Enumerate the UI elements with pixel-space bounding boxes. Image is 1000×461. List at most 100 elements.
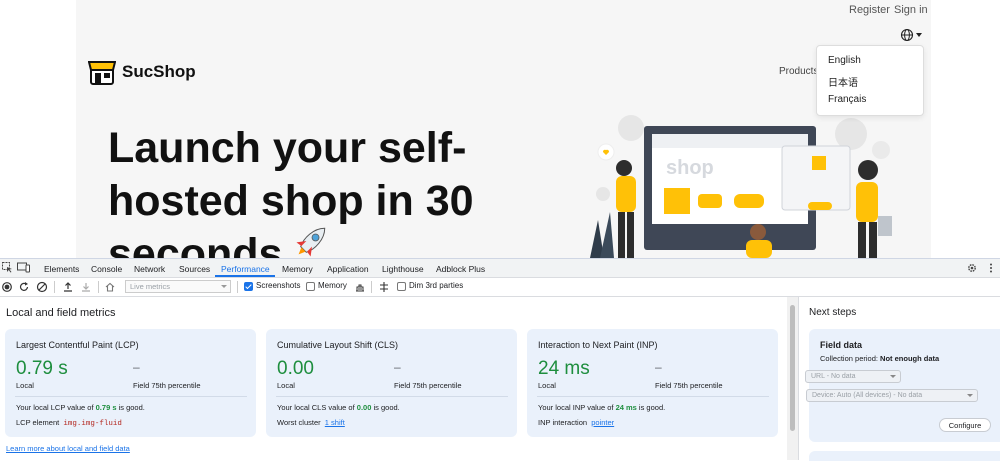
upload-icon[interactable] (62, 281, 74, 293)
field-value: – (655, 360, 662, 374)
next-card-peek (809, 451, 1000, 461)
memory-checkbox[interactable] (306, 282, 315, 291)
live-metrics-select[interactable]: Live metrics (125, 280, 231, 293)
reload-record-icon[interactable] (18, 281, 30, 293)
language-option-french[interactable]: Français (828, 94, 866, 105)
nav-products-link[interactable]: Products (779, 66, 818, 77)
device-toolbar-icon[interactable] (17, 262, 30, 273)
toolbar-divider (371, 281, 372, 293)
inp-interaction-link[interactable]: pointer (591, 418, 614, 427)
screenshots-label: Screenshots (256, 281, 301, 290)
local-label: Local (277, 381, 295, 390)
local-label: Local (538, 381, 556, 390)
detail-label: INP interaction (538, 418, 588, 427)
tab-sources[interactable]: Sources (179, 264, 210, 274)
card-title: Largest Contentful Paint (LCP) (16, 340, 139, 350)
language-option-english[interactable]: English (828, 55, 861, 66)
chevron-down-icon[interactable] (916, 33, 922, 37)
garbage-collect-icon[interactable] (354, 281, 366, 293)
device-select[interactable]: Device: Auto (All devices) - No data (806, 389, 978, 402)
local-value: 24 ms (538, 358, 590, 379)
card-divider (15, 396, 247, 397)
globe-icon[interactable] (900, 28, 914, 42)
scrollbar-thumb[interactable] (790, 305, 795, 431)
chevron-down-icon (967, 394, 973, 397)
next-steps-panel: Next steps Field data Collection period:… (798, 297, 1000, 461)
chevron-down-icon (890, 375, 896, 378)
language-option-japanese[interactable]: 日本语 (828, 74, 858, 89)
tab-memory[interactable]: Memory (282, 264, 313, 274)
shop-illustration: shop (590, 115, 892, 258)
field-label: Field 75th percentile (655, 381, 723, 390)
message-suffix: is good. (371, 403, 400, 412)
message-prefix: Your local LCP value of (16, 403, 96, 412)
local-value: 0.79 s (16, 358, 68, 379)
card-title: Interaction to Next Paint (INP) (538, 340, 658, 350)
field-data-card: Field data Collection period: Not enough… (805, 329, 1000, 442)
screenshots-checkbox[interactable] (244, 282, 253, 291)
tab-lighthouse[interactable]: Lighthouse (382, 264, 424, 274)
card-message: Your local LCP value of 0.79 s is good. (16, 403, 145, 412)
local-label: Local (16, 381, 34, 390)
devtools-tabbar: Elements Console Network Sources Perform… (0, 259, 1000, 278)
field-label: Field 75th percentile (394, 381, 462, 390)
learn-more-link[interactable]: Learn more about local and field data (6, 444, 130, 453)
tab-performance[interactable]: Performance (221, 264, 270, 274)
collection-label: Collection period: (820, 354, 881, 363)
configure-button[interactable]: Configure (939, 418, 991, 432)
next-steps-heading: Next steps (809, 307, 857, 318)
lcp-element-link[interactable]: img.img-fluid (63, 420, 122, 428)
tab-application[interactable]: Application (327, 264, 369, 274)
settings-gear-icon[interactable] (966, 262, 978, 274)
url-select[interactable]: URL - No data (805, 370, 901, 383)
collection-value: Not enough data (880, 354, 940, 363)
message-value: 24 ms (615, 403, 637, 412)
toolbar-divider (237, 281, 238, 293)
tab-network[interactable]: Network (134, 264, 165, 274)
collection-period: Collection period: Not enough data (820, 354, 939, 363)
card-divider (276, 396, 508, 397)
live-metrics-label: Live metrics (130, 282, 171, 291)
capture-settings-icon[interactable] (378, 281, 390, 293)
dim-3rd-parties-label: Dim 3rd parties (409, 281, 464, 290)
active-tab-indicator (215, 275, 275, 277)
worst-cluster-link[interactable]: 1 shift (325, 418, 345, 427)
section-heading: Local and field metrics (6, 307, 116, 319)
download-icon[interactable] (80, 281, 92, 293)
inp-card: Interaction to Next Paint (INP) 24 ms – … (527, 329, 778, 437)
page-gutter-right (931, 0, 1000, 258)
lcp-card: Largest Contentful Paint (LCP) 0.79 s – … (5, 329, 256, 437)
register-link[interactable]: Register (849, 4, 890, 16)
toolbar-divider (98, 281, 99, 293)
tab-console[interactable]: Console (91, 264, 122, 274)
more-options-icon[interactable] (988, 262, 994, 274)
message-prefix: Your local INP value of (538, 403, 616, 412)
message-suffix: is good. (116, 403, 145, 412)
card-detail: Worst cluster 1 shift (277, 418, 345, 427)
metrics-main-panel: Local and field metrics Largest Contentf… (0, 297, 787, 460)
chevron-down-icon (221, 285, 227, 288)
illustration-shop-text: shop (666, 157, 714, 179)
page-gutter-left (0, 0, 76, 258)
memory-label: Memory (318, 281, 347, 290)
hero-line-1: Launch your self- (108, 124, 467, 172)
card-message: Your local INP value of 24 ms is good. (538, 403, 665, 412)
tab-elements[interactable]: Elements (44, 264, 79, 274)
sign-in-link[interactable]: Sign in (894, 4, 928, 16)
home-icon[interactable] (104, 281, 116, 293)
toolbar-divider (54, 281, 55, 293)
clear-icon[interactable] (36, 281, 48, 293)
card-detail: INP interaction pointer (538, 418, 614, 427)
field-data-heading: Field data (820, 340, 863, 350)
field-value: – (394, 360, 401, 374)
dim-3rd-parties-checkbox[interactable] (397, 282, 406, 291)
devtools-panel: Elements Console Network Sources Perform… (0, 258, 1000, 461)
card-title: Cumulative Layout Shift (CLS) (277, 340, 399, 350)
tab-adblock-plus[interactable]: Adblock Plus (436, 264, 485, 274)
store-logo-icon (88, 61, 116, 85)
record-icon[interactable] (1, 281, 13, 293)
brand-name[interactable]: SucShop (122, 62, 196, 82)
inspect-element-icon[interactable] (2, 262, 13, 273)
performance-toolbar: Live metrics Screenshots Memory Dim 3rd … (0, 278, 1000, 297)
card-detail: LCP element img.img-fluid (16, 418, 122, 428)
